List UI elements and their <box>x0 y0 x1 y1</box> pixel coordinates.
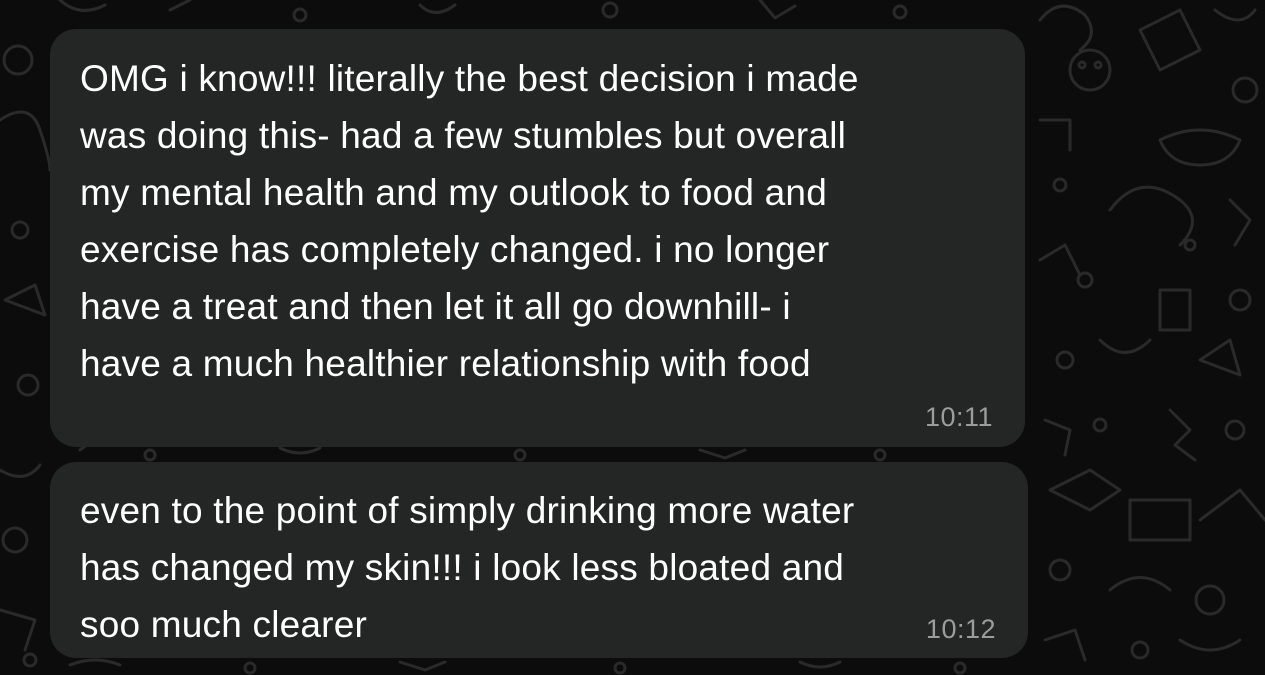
message-line: OMG i know!!! literally the best decisio… <box>80 58 859 99</box>
message-line: my mental health and my outlook to food … <box>80 172 827 213</box>
chat-background: OMG i know!!! literally the best decisio… <box>0 0 1265 675</box>
message-timestamp: 10:11 <box>924 402 993 432</box>
message-line: have a treat and then let it all go down… <box>80 286 791 327</box>
message-text: even to the point of simply drinking mor… <box>80 482 1000 653</box>
message-text: OMG i know!!! literally the best decisio… <box>80 50 1000 392</box>
message-line: has changed my skin!!! i look less bloat… <box>80 547 845 588</box>
message-line: exercise has completely changed. i no lo… <box>80 229 830 270</box>
message-line: have a much healthier relationship with … <box>80 343 811 384</box>
incoming-message-bubble[interactable]: even to the point of simply drinking mor… <box>50 462 1028 658</box>
message-line: even to the point of simply drinking mor… <box>80 490 855 531</box>
incoming-message-bubble[interactable]: OMG i know!!! literally the best decisio… <box>50 29 1025 447</box>
message-line: was doing this- had a few stumbles but o… <box>80 115 847 156</box>
message-line: soo much clearer <box>80 604 367 645</box>
message-timestamp: 10:12 <box>925 614 996 644</box>
